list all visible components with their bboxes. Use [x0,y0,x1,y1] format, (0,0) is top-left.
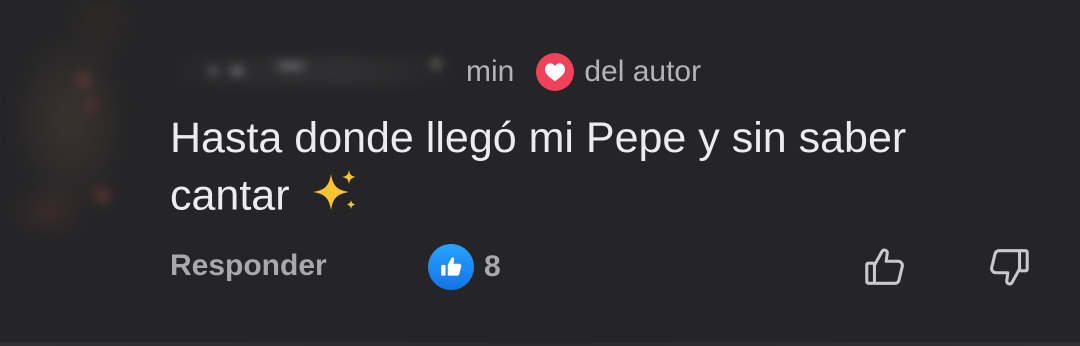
comment-text-line: cantar [170,171,290,220]
comment-text-line-2: cantar [170,166,1030,230]
comment-meta: min del autor [466,53,702,91]
comment-time: min [466,55,515,88]
like-thumb-icon [428,244,474,290]
comment-text-line: Hasta donde llegó mi Pepe y sin saber [170,114,907,162]
author-name[interactable] [170,56,460,86]
divider [0,342,1080,346]
comment-text: Hasta donde llegó mi Pepe y sin saber ca… [170,110,1030,230]
sparkles-icon [309,166,359,230]
reaction-summary[interactable]: 8 [428,244,501,290]
author-heart-label: del autor [584,55,702,88]
reply-button[interactable]: Responder [170,249,327,283]
thumbs-up-icon[interactable] [860,242,910,292]
thumbs-down-icon[interactable] [984,242,1034,292]
heart-icon [536,53,575,91]
comment-actions: Responder 8 [0,240,1080,296]
like-count: 8 [484,250,501,283]
avatar[interactable] [0,0,145,240]
comment-card: min del autor Hasta donde llegó mi Pepe … [0,0,1080,346]
